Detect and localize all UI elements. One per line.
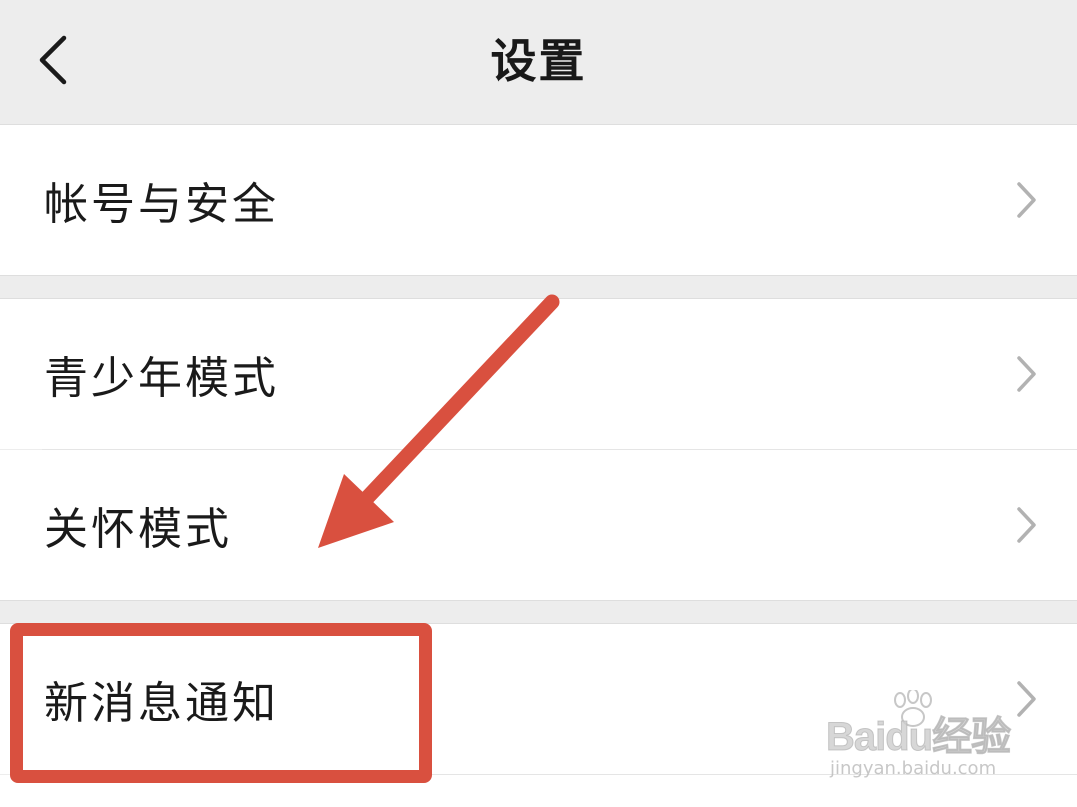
section-divider	[0, 275, 1077, 276]
settings-screen: 设置 帐号与安全 青少年模式 关怀模式 新消息通知 Baidu经验 jingya…	[0, 0, 1077, 807]
chevron-right-icon	[1013, 505, 1039, 545]
settings-item-next[interactable]	[0, 775, 1077, 807]
settings-item-new-message-notification[interactable]: 新消息通知	[0, 624, 1077, 774]
settings-item-care-mode[interactable]: 关怀模式	[0, 450, 1077, 600]
settings-item-label: 关怀模式	[44, 504, 232, 555]
back-button[interactable]	[22, 22, 86, 98]
settings-item-account-security[interactable]: 帐号与安全	[0, 125, 1077, 275]
chevron-right-icon	[1013, 180, 1039, 220]
chevron-left-icon	[39, 35, 67, 85]
nav-bar: 设置	[0, 0, 1077, 124]
settings-item-teen-mode[interactable]: 青少年模式	[0, 299, 1077, 449]
chevron-right-icon	[1013, 679, 1039, 719]
section-divider	[0, 600, 1077, 601]
settings-item-label: 帐号与安全	[44, 179, 279, 230]
row-divider	[42, 449, 1077, 450]
settings-item-label: 青少年模式	[44, 353, 279, 404]
settings-item-label: 新消息通知	[44, 678, 279, 729]
page-title: 设置	[490, 34, 587, 88]
chevron-right-icon	[1013, 354, 1039, 394]
